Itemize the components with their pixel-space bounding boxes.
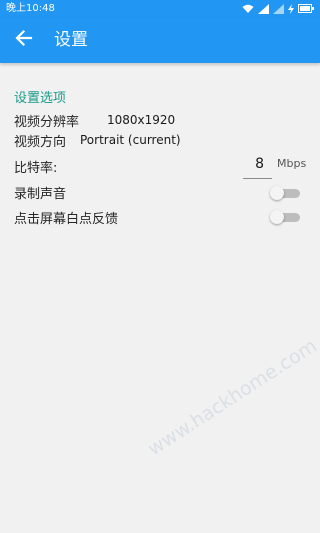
back-button[interactable] <box>10 26 38 54</box>
switch-thumb <box>270 186 284 200</box>
charging-icon <box>288 3 294 14</box>
wifi-icon <box>242 4 254 14</box>
signal-icon <box>258 3 269 14</box>
signal-icon <box>273 3 284 14</box>
resolution-label: 视频分辨率 <box>14 115 80 130</box>
status-time: 晚上10:48 <box>6 3 55 14</box>
show-touches-switch[interactable] <box>270 210 300 224</box>
record-audio-label: 录制声音 <box>14 187 67 202</box>
orientation-label: 视频方向 <box>14 135 67 150</box>
status-icons <box>242 0 314 17</box>
settings-section-title: 设置选项 <box>14 91 67 106</box>
battery-icon <box>298 4 314 13</box>
show-touches-label: 点击屏幕白点反馈 <box>14 212 119 227</box>
resolution-value[interactable]: 1080x1920 <box>107 113 175 127</box>
bitrate-unit: Mbps <box>277 157 307 170</box>
watermark: www.hackhome.com <box>144 334 320 461</box>
bitrate-label: 比特率: <box>14 161 58 176</box>
orientation-value[interactable]: Portrait (current) <box>80 133 181 147</box>
status-bar: 晚上10:48 <box>0 0 320 17</box>
app-bar: 设置 <box>0 17 320 63</box>
arrow-left-icon <box>15 29 33 51</box>
switch-thumb <box>270 210 284 224</box>
page-title: 设置 <box>54 30 88 50</box>
bitrate-input[interactable]: 8 <box>243 152 272 179</box>
record-audio-switch[interactable] <box>270 186 300 200</box>
